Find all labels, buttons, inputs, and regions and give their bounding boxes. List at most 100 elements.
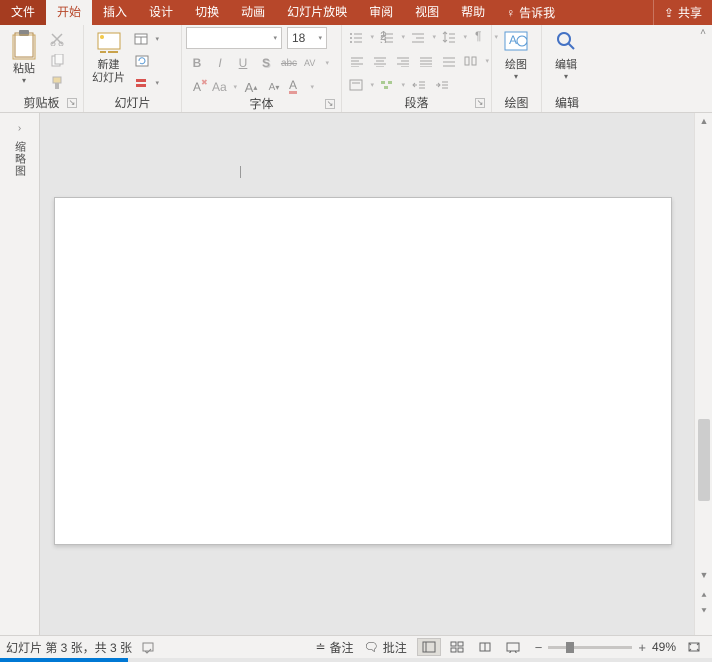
grow-font-button[interactable]: A▴ — [240, 77, 262, 97]
drawing-button[interactable]: A 绘图 ▾ — [496, 27, 536, 93]
bullets-button[interactable] — [346, 27, 376, 47]
group-editing: 编辑 ▾ 编辑 — [542, 25, 592, 112]
smartart-button[interactable] — [377, 75, 407, 95]
layout-icon — [134, 33, 148, 45]
distribute-button[interactable] — [438, 51, 460, 71]
numbering-button[interactable]: 123 — [377, 27, 407, 47]
notes-area[interactable] — [54, 551, 672, 635]
next-slide-button[interactable]: ⯆ — [695, 603, 712, 619]
align-center-button[interactable] — [369, 51, 391, 71]
indent-list-icon — [411, 31, 425, 43]
slide-canvas[interactable] — [54, 197, 672, 545]
reset-button[interactable] — [131, 51, 153, 71]
paste-button[interactable]: 粘贴 ▾ — [4, 27, 44, 93]
fit-window-button[interactable] — [682, 638, 706, 656]
underline-button[interactable]: U — [232, 53, 254, 73]
group-clipboard: 粘贴 ▾ 剪贴板↘ — [0, 25, 84, 112]
new-slide-button[interactable]: 新建 幻灯片 — [88, 27, 129, 93]
tell-me[interactable]: ♀ 告诉我 — [496, 0, 565, 25]
share-button[interactable]: ⇪ 共享 — [653, 0, 712, 25]
group-label-slides: 幻灯片 — [88, 96, 177, 112]
slideshow-view-button[interactable] — [501, 638, 525, 656]
section-button[interactable] — [131, 73, 161, 93]
align-left-button[interactable] — [346, 51, 368, 71]
dialog-launcher-icon[interactable]: ↘ — [67, 98, 77, 108]
cut-button[interactable] — [46, 29, 68, 49]
clear-format-button[interactable]: A✖ — [186, 77, 208, 97]
zoom-slider-thumb[interactable] — [566, 642, 574, 653]
decrease-indent-button[interactable] — [408, 75, 430, 95]
tab-home[interactable]: 开始 — [46, 0, 92, 25]
group-label-font: 字体↘ — [186, 97, 337, 112]
font-size-combo[interactable]: 18▾ — [287, 27, 327, 49]
prev-slide-button[interactable]: ⯅ — [695, 587, 712, 603]
slide-counter[interactable]: 幻灯片 第 3 张，共 3 张 — [6, 639, 132, 656]
zoom-level[interactable]: 49% — [652, 640, 676, 654]
dialog-launcher-icon[interactable]: ↘ — [325, 99, 335, 109]
slide-area[interactable] — [40, 113, 694, 635]
spellcheck-button[interactable] — [142, 640, 156, 654]
expand-thumbnails-button[interactable]: › — [10, 119, 30, 137]
collapse-ribbon-button[interactable]: ˄ — [700, 27, 706, 38]
bold-button[interactable]: B — [186, 53, 208, 73]
distribute-icon — [442, 55, 456, 67]
font-name-combo[interactable]: ▾ — [186, 27, 282, 49]
vertical-scrollbar[interactable]: ▲ ▼ ⯅ ⯆ — [694, 113, 712, 635]
columns-button[interactable] — [461, 51, 491, 71]
align-left-icon — [350, 55, 364, 67]
zoom-controls: − + 49% — [535, 638, 706, 656]
format-painter-button[interactable] — [46, 73, 68, 93]
align-center-icon — [373, 55, 387, 67]
tab-bar: 文件 开始 插入 设计 切换 动画 幻灯片放映 审阅 视图 帮助 ♀ 告诉我 ⇪… — [0, 0, 712, 25]
find-icon — [554, 29, 578, 57]
spellcheck-icon — [142, 640, 156, 654]
tab-help[interactable]: 帮助 — [450, 0, 496, 25]
shadow-button[interactable]: S — [255, 53, 277, 73]
tell-me-label: 告诉我 — [519, 4, 555, 21]
group-slides: 新建 幻灯片 幻灯片 — [84, 25, 182, 112]
editing-label: 编辑 — [555, 59, 577, 72]
tab-slideshow[interactable]: 幻灯片放映 — [276, 0, 358, 25]
reading-view-button[interactable] — [473, 638, 497, 656]
scroll-down-button[interactable]: ▼ — [695, 567, 712, 583]
zoom-slider[interactable] — [548, 646, 632, 649]
justify-button[interactable] — [415, 51, 437, 71]
italic-button[interactable]: I — [209, 53, 231, 73]
zoom-in-button[interactable]: + — [638, 640, 646, 655]
tab-view[interactable]: 视图 — [404, 0, 450, 25]
copy-button[interactable] — [46, 51, 68, 71]
editing-button[interactable]: 编辑 ▾ — [546, 27, 586, 93]
progress-bar — [0, 658, 712, 662]
comments-button[interactable]: 🗨批注 — [364, 639, 407, 656]
line-spacing-button[interactable] — [439, 27, 469, 47]
tab-file[interactable]: 文件 — [0, 0, 46, 25]
tab-review[interactable]: 审阅 — [358, 0, 404, 25]
tab-animation[interactable]: 动画 — [230, 0, 276, 25]
layout-button[interactable] — [131, 29, 161, 49]
strike-button[interactable]: abc — [278, 53, 300, 73]
tab-insert[interactable]: 插入 — [92, 0, 138, 25]
increase-indent-button[interactable] — [431, 75, 453, 95]
zoom-out-button[interactable]: − — [535, 640, 543, 655]
scroll-thumb[interactable] — [698, 419, 710, 501]
align-text-button[interactable] — [346, 75, 376, 95]
lightbulb-icon: ♀ — [506, 6, 515, 20]
list-level-button[interactable] — [408, 27, 438, 47]
tab-design[interactable]: 设计 — [138, 0, 184, 25]
scroll-up-button[interactable]: ▲ — [695, 113, 712, 129]
shrink-font-button[interactable]: A▾ — [263, 77, 285, 97]
normal-view-button[interactable] — [417, 638, 441, 656]
tab-transition[interactable]: 切换 — [184, 0, 230, 25]
group-label-drawing: 绘图 — [496, 96, 537, 112]
font-color-button[interactable]: A — [286, 77, 316, 97]
char-spacing-button[interactable]: AV — [301, 53, 331, 73]
share-icon: ⇪ — [664, 6, 674, 20]
change-case-button[interactable]: Aa — [209, 77, 239, 97]
sorter-view-button[interactable] — [445, 638, 469, 656]
comment-icon: 🗨 — [364, 640, 379, 654]
align-right-button[interactable] — [392, 51, 414, 71]
text-direction-button[interactable]: ¶ — [470, 27, 500, 47]
notes-button[interactable]: ≐备注 — [315, 639, 353, 656]
dialog-launcher-icon[interactable]: ↘ — [475, 98, 485, 108]
bullets-icon — [349, 31, 363, 43]
